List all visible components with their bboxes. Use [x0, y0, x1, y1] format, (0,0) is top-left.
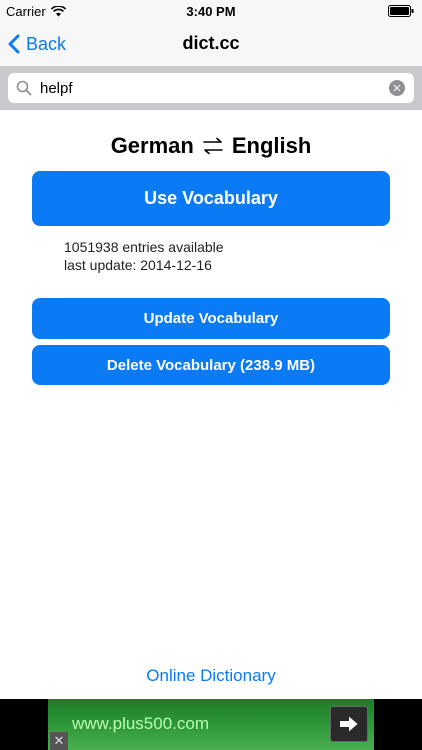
swap-arrows-icon: [203, 137, 223, 155]
lang-from: German: [110, 133, 194, 158]
search-bar: ✕: [0, 66, 422, 110]
search-input[interactable]: [32, 79, 389, 97]
arrow-right-icon: [340, 716, 358, 732]
battery-icon: [388, 5, 414, 17]
entries-count: 1051938 entries available: [64, 239, 224, 255]
vocabulary-info: 1051938 entries available last update: 2…: [64, 238, 224, 274]
close-icon: ✕: [53, 733, 65, 748]
online-dictionary-link[interactable]: Online Dictionary: [0, 666, 422, 686]
ad-arrow-button[interactable]: [330, 706, 368, 742]
update-vocabulary-button[interactable]: Update Vocabulary: [32, 298, 390, 339]
ad-close-button[interactable]: ✕: [50, 732, 68, 750]
language-pair-title: German English: [0, 133, 422, 159]
lang-to: English: [231, 133, 312, 158]
clear-icon[interactable]: ✕: [389, 80, 405, 96]
navigation-bar: Back dict.cc: [0, 22, 422, 66]
app-screen: Carrier 3:40 PM Back dict.cc helpf ✕ Ger…: [0, 0, 422, 750]
search-icon: [16, 80, 32, 96]
update-vocabulary-label: Update Vocabulary: [143, 310, 279, 327]
delete-vocabulary-label: Delete Vocabulary (238.9 MB): [106, 356, 316, 374]
last-update: last update: 2014-12-16: [64, 257, 212, 273]
page-title: dict.cc: [182, 33, 240, 53]
status-bar: Carrier 3:40 PM: [0, 0, 422, 22]
use-vocabulary-button[interactable]: Use Vocabulary: [32, 171, 390, 226]
status-time: 3:40 PM: [186, 4, 236, 19]
use-vocabulary-label: Use Vocabulary: [144, 188, 278, 208]
search-field[interactable]: ✕: [8, 73, 414, 103]
delete-vocabulary-button[interactable]: Delete Vocabulary (238.9 MB): [32, 345, 390, 385]
ad-content[interactable]: www.plus500.com: [48, 699, 374, 750]
ad-text: www.plus500.com: [72, 714, 210, 733]
